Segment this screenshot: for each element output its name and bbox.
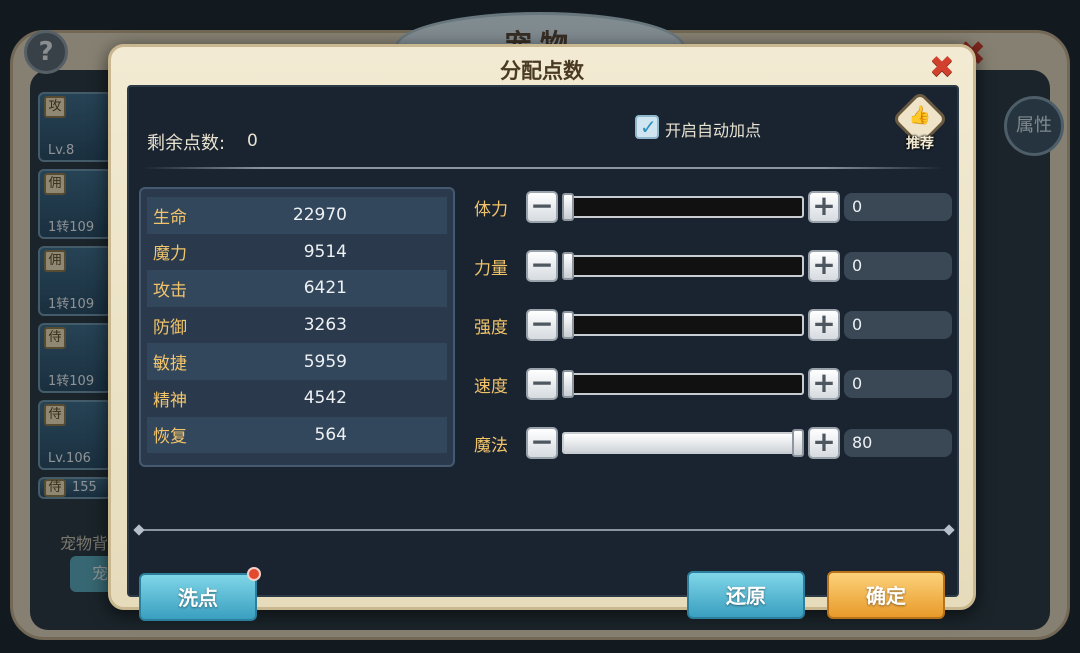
slider-row-strength: 力量 − + 0: [474, 250, 954, 282]
minus-button[interactable]: −: [526, 427, 558, 459]
stat-value: 564: [314, 424, 347, 445]
thumbs-up-icon: 👍: [908, 105, 932, 126]
stat-row: 恢复 564: [147, 416, 447, 454]
slider-label: 速度: [474, 377, 508, 397]
slider-value: 0: [844, 252, 952, 280]
remaining-points-label: 剩余点数:: [147, 133, 226, 154]
dialog-body: 剩余点数: 0 ✓ 开启自动加点 👍 推荐 生命 22970 魔力 9514 攻…: [127, 85, 959, 621]
minus-button[interactable]: −: [526, 191, 558, 223]
minus-button[interactable]: −: [526, 250, 558, 282]
slider-thumb[interactable]: [792, 429, 804, 457]
notification-dot: [247, 567, 261, 581]
stat-name: 魔力: [153, 244, 187, 265]
minus-button[interactable]: −: [526, 309, 558, 341]
slider-track[interactable]: [562, 373, 804, 395]
stat-row: 魔力 9514: [147, 234, 447, 271]
slider-thumb[interactable]: [562, 370, 574, 398]
plus-button[interactable]: +: [808, 368, 840, 400]
slider-fill: [564, 434, 802, 452]
stat-value: 6421: [303, 278, 347, 299]
slider-value: 80: [844, 429, 952, 457]
close-icon[interactable]: ✖: [927, 53, 957, 83]
stat-row: 攻击 6421: [147, 270, 447, 307]
divider: [139, 529, 949, 531]
recommend-button[interactable]: 👍 推荐: [891, 90, 949, 153]
stat-name: 恢复: [153, 427, 187, 448]
slider-label: 体力: [474, 200, 508, 220]
slider-row-toughness: 强度 − + 0: [474, 309, 954, 341]
divider: [143, 167, 943, 169]
stat-row: 生命 22970: [147, 197, 447, 234]
slider-thumb[interactable]: [562, 252, 574, 280]
stat-name: 防御: [153, 317, 187, 338]
slider-track[interactable]: [562, 196, 804, 218]
dialog-title: 分配点数: [500, 59, 584, 83]
plus-button[interactable]: +: [808, 191, 840, 223]
confirm-button[interactable]: 确定: [827, 571, 945, 619]
slider-thumb[interactable]: [562, 193, 574, 221]
stat-row: 防御 3263: [147, 307, 447, 344]
checkmark-icon: ✓: [640, 115, 657, 139]
plus-button[interactable]: +: [808, 250, 840, 282]
slider-value: 0: [844, 193, 952, 221]
minus-button[interactable]: −: [526, 368, 558, 400]
stat-row: 敏捷 5959: [147, 343, 447, 380]
stat-name: 生命: [153, 207, 187, 228]
auto-add-checkbox[interactable]: ✓: [635, 115, 659, 139]
plus-button[interactable]: +: [808, 427, 840, 459]
slider-thumb[interactable]: [562, 311, 574, 339]
slider-label: 力量: [474, 259, 508, 279]
stat-value: 22970: [292, 205, 347, 226]
allocate-points-dialog: 分配点数 ✖ 剩余点数: 0 ✓ 开启自动加点 👍 推荐 生命 22970 魔力…: [108, 44, 976, 621]
slider-row-magic: 魔法 − + 80: [474, 427, 954, 459]
wash-points-label: 洗点: [178, 586, 218, 610]
plus-button[interactable]: +: [808, 309, 840, 341]
stat-row: 精神 4542: [147, 380, 447, 417]
auto-add-label[interactable]: 开启自动加点: [665, 117, 761, 141]
slider-track[interactable]: [562, 314, 804, 336]
stat-name: 敏捷: [153, 354, 187, 375]
recommend-label: 推荐: [906, 136, 934, 152]
slider-value: 0: [844, 311, 952, 339]
slider-label: 魔法: [474, 436, 508, 456]
stat-value: 4542: [303, 388, 347, 409]
wash-points-button[interactable]: 洗点: [139, 567, 261, 621]
stat-value: 9514: [303, 241, 347, 262]
slider-track[interactable]: [562, 255, 804, 277]
stats-panel: 生命 22970 魔力 9514 攻击 6421 防御 3263 敏捷 5959…: [139, 187, 455, 467]
restore-button[interactable]: 还原: [687, 571, 805, 619]
stat-name: 精神: [153, 390, 187, 411]
slider-row-vitality: 体力 − + 0: [474, 191, 954, 223]
stat-name: 攻击: [153, 280, 187, 301]
stat-value: 5959: [303, 351, 347, 372]
slider-row-speed: 速度 − + 0: [474, 368, 954, 400]
slider-label: 强度: [474, 318, 508, 338]
stat-value: 3263: [303, 315, 347, 336]
remaining-points-value: 0: [247, 131, 258, 151]
slider-track[interactable]: [562, 432, 804, 454]
slider-value: 0: [844, 370, 952, 398]
